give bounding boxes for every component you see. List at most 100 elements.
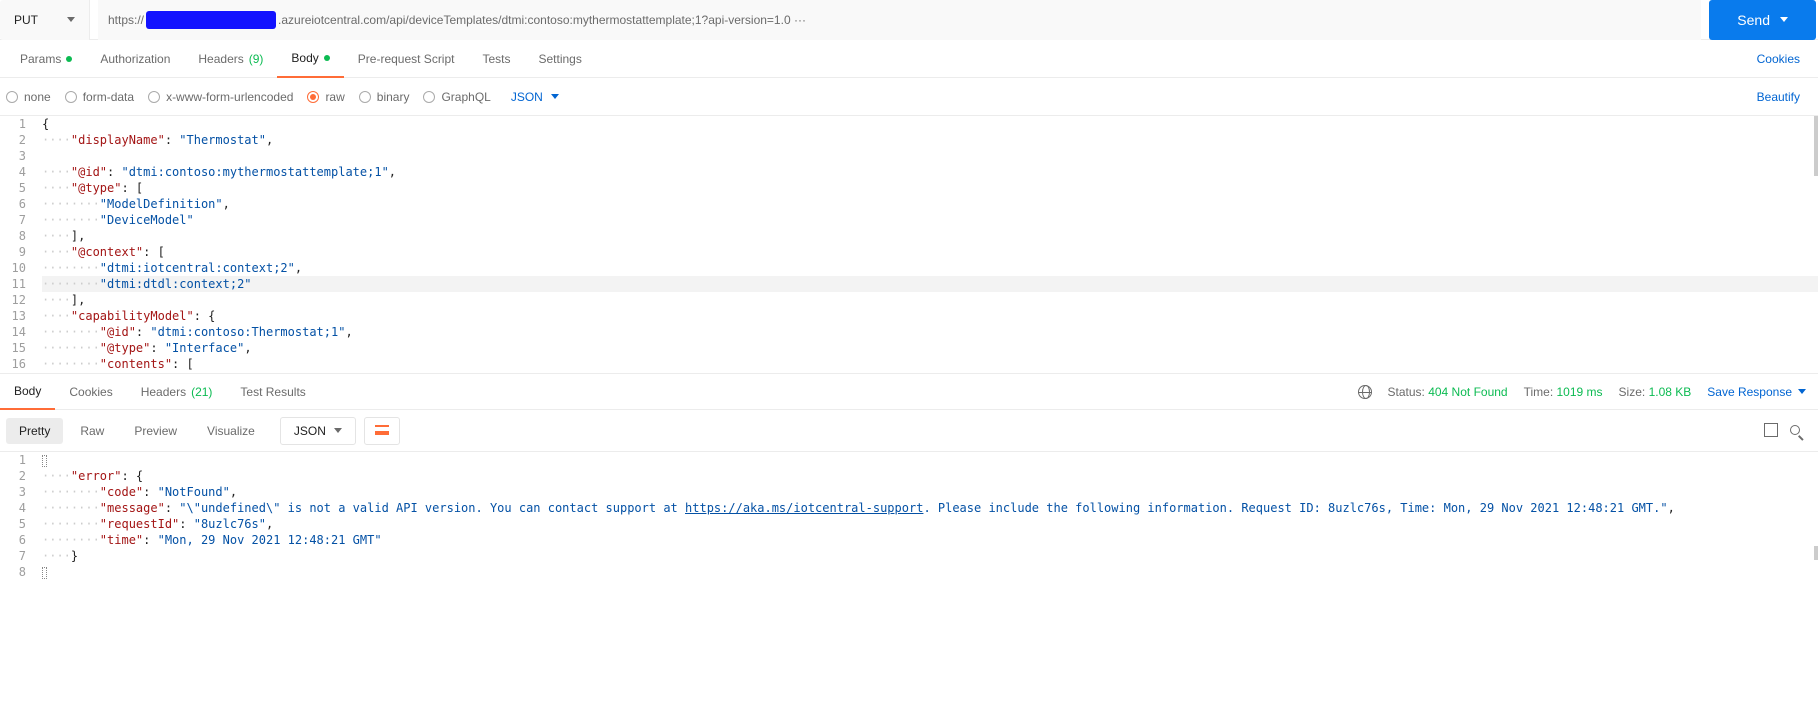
beautify-link[interactable]: Beautify (1757, 90, 1812, 104)
right-icons (1766, 425, 1812, 437)
code-text: "\"undefined\" is not a valid API versio… (179, 501, 685, 515)
tab-tests[interactable]: Tests (468, 40, 524, 78)
request-tabs: Params Authorization Headers (9) Body Pre… (0, 40, 1818, 78)
tab-settings[interactable]: Settings (525, 40, 596, 78)
chevron-down-icon (334, 428, 342, 433)
tab-params[interactable]: Params (6, 40, 86, 78)
code-text: "@id" (71, 165, 107, 179)
radio-formdata[interactable]: form-data (65, 90, 134, 104)
tab-label: Headers (141, 385, 186, 399)
code-text: "Thermostat" (179, 133, 266, 147)
radio-urlencoded[interactable]: x-www-form-urlencoded (148, 90, 293, 104)
save-label: Save Response (1707, 385, 1792, 399)
response-body-editor[interactable]: 12345678 ····"error": { ········"code": … (0, 452, 1818, 592)
tab-headers[interactable]: Headers (9) (184, 40, 277, 78)
rtab-cookies[interactable]: Cookies (55, 374, 126, 410)
status-group: Status: 404 Not Found Time: 1019 ms Size… (1358, 385, 1818, 399)
http-method-select[interactable]: PUT (0, 0, 90, 40)
globe-icon[interactable] (1358, 385, 1372, 399)
view-visualize[interactable]: Visualize (194, 418, 268, 444)
radio-dot (310, 94, 316, 100)
cookies-link[interactable]: Cookies (1757, 52, 1812, 66)
radio-raw[interactable]: raw (307, 90, 344, 104)
radio-binary[interactable]: binary (359, 90, 410, 104)
code-text: "dtmi:contoso:Thermostat;1" (150, 325, 345, 339)
support-link[interactable]: https://aka.ms/iotcentral-support (685, 501, 923, 515)
radio-icon (359, 91, 371, 103)
code-text: "@id" (100, 325, 136, 339)
body-type-row: none form-data x-www-form-urlencoded raw… (0, 78, 1818, 116)
radio-icon (65, 91, 77, 103)
cursor-icon (42, 567, 47, 579)
headers-count: (21) (191, 385, 212, 399)
radio-icon (423, 91, 435, 103)
tab-label: Body (14, 384, 41, 398)
redacted-subdomain (146, 11, 276, 29)
radio-label: none (24, 90, 51, 104)
code-text: "DeviceModel" (100, 213, 194, 227)
code-text: . Please include the following informati… (923, 501, 1667, 515)
code-content: { ····"displayName": "Thermostat", ····"… (42, 116, 1818, 372)
time-field: Time: 1019 ms (1524, 385, 1603, 399)
code-text: "dtmi:dtdl:context;2" (100, 277, 252, 291)
format-label: JSON (511, 90, 543, 104)
http-method-label: PUT (14, 13, 38, 27)
wrap-lines-button[interactable] (364, 417, 400, 445)
view-raw[interactable]: Raw (67, 418, 117, 444)
view-preview[interactable]: Preview (121, 418, 190, 444)
radio-label: x-www-form-urlencoded (166, 90, 293, 104)
line-gutter: 12345678 (0, 452, 36, 580)
search-icon[interactable] (1790, 425, 1800, 435)
code-text: { (42, 117, 49, 131)
code-text: "dtmi:contoso:mythermostattemplate;1" (121, 165, 388, 179)
tab-label: Body (291, 51, 318, 65)
tab-label: Authorization (100, 52, 170, 66)
code-text: "dtmi:iotcentral:context;2" (100, 261, 295, 275)
save-response-button[interactable]: Save Response (1707, 385, 1806, 399)
time-value: 1019 ms (1557, 385, 1603, 399)
headers-count: (9) (249, 52, 264, 66)
code-text: "8uzlc76s" (194, 517, 266, 531)
size-label: Size: (1619, 385, 1646, 399)
send-label: Send (1737, 12, 1770, 28)
rtab-headers[interactable]: Headers (21) (127, 374, 227, 410)
tab-label: Tests (482, 52, 510, 66)
url-input[interactable]: https:// .azureiotcentral.com/api/device… (98, 0, 1701, 40)
size-field: Size: 1.08 KB (1619, 385, 1692, 399)
chevron-down-icon (67, 17, 75, 22)
send-button[interactable]: Send (1709, 0, 1816, 40)
wrap-icon (375, 425, 389, 435)
radio-graphql[interactable]: GraphQL (423, 90, 490, 104)
code-text: "message" (100, 501, 165, 515)
radio-label: raw (325, 90, 344, 104)
tab-label: Test Results (240, 385, 305, 399)
code-text: "@context" (71, 245, 143, 259)
line-gutter: 12345678910111213141516 (0, 116, 36, 372)
status-field: Status: 404 Not Found (1388, 385, 1508, 399)
tab-label: Params (20, 52, 61, 66)
copy-icon[interactable] (1766, 425, 1778, 437)
status-label: Status: (1388, 385, 1425, 399)
radio-icon (307, 91, 319, 103)
rtab-body[interactable]: Body (0, 374, 55, 410)
tab-body[interactable]: Body (277, 40, 343, 78)
view-pretty[interactable]: Pretty (6, 418, 63, 444)
code-text: "capabilityModel" (71, 309, 194, 323)
body-format-select[interactable]: JSON (505, 90, 559, 104)
code-text: "ModelDefinition" (100, 197, 223, 211)
radio-label: form-data (83, 90, 134, 104)
request-bar: PUT https:// .azureiotcentral.com/api/de… (0, 0, 1818, 40)
request-body-editor[interactable]: 12345678910111213141516 { ····"displayNa… (0, 116, 1818, 374)
rtab-tests[interactable]: Test Results (226, 374, 319, 410)
response-format-select[interactable]: JSON (280, 417, 356, 445)
tab-label: Cookies (69, 385, 112, 399)
code-text: "contents" (100, 357, 172, 371)
tab-prerequest[interactable]: Pre-request Script (344, 40, 469, 78)
code-content: ····"error": { ········"code": "NotFound… (42, 452, 1818, 580)
radio-none[interactable]: none (6, 90, 51, 104)
tab-authorization[interactable]: Authorization (86, 40, 184, 78)
tab-label: Headers (198, 52, 243, 66)
radio-icon (148, 91, 160, 103)
code-text: "error" (71, 469, 122, 483)
code-text: "time" (100, 533, 143, 547)
